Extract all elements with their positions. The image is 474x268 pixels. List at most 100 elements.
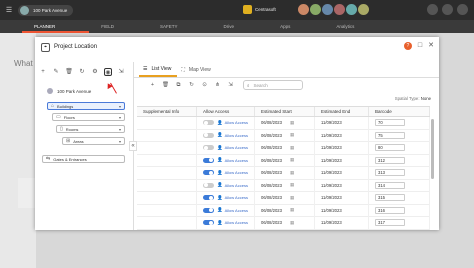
chevron-down-icon[interactable]: ▾ — [119, 104, 121, 109]
avatar[interactable] — [346, 4, 357, 15]
estimated-start-cell[interactable]: 06/08/2023 ▦ — [255, 154, 315, 167]
access-toggle[interactable] — [203, 220, 214, 226]
supplemental-info-cell[interactable] — [137, 179, 197, 192]
allow-access-link[interactable]: Allow Access — [225, 220, 248, 225]
allow-access-link[interactable]: Allow Access — [225, 145, 248, 150]
supplemental-info-cell[interactable] — [137, 166, 197, 179]
barcode-field[interactable]: 316 — [375, 206, 405, 214]
table-row[interactable]: 👤 Allow Access 06/08/2023 ▦ 11/09/2023 75 — [137, 129, 430, 142]
tree-node-rooms[interactable]: ▯ Rooms ▾ — [56, 125, 125, 133]
barcode-field[interactable]: 70 — [375, 119, 405, 127]
supplemental-info-cell[interactable] — [137, 216, 197, 229]
collapse-panel-button[interactable]: « — [129, 141, 137, 151]
add-icon[interactable]: + — [149, 82, 156, 89]
estimated-end-cell[interactable]: 11/09/2023 — [315, 216, 369, 229]
access-toggle[interactable] — [203, 157, 214, 163]
calendar-icon[interactable]: ▦ — [290, 157, 294, 163]
table-row[interactable]: 👤 Allow Access 06/08/2023 ▦ 11/09/2023 314 — [137, 179, 430, 192]
supplemental-info-cell[interactable] — [137, 116, 197, 129]
notification-icon[interactable] — [427, 4, 438, 15]
estimated-end-cell[interactable]: 11/09/2023 — [315, 141, 369, 154]
nav-field[interactable]: FIELD — [89, 20, 148, 33]
access-toggle[interactable] — [203, 182, 214, 188]
nav-safety[interactable]: SAFETY — [148, 20, 212, 33]
project-breadcrumb[interactable]: 100 Park Avenue — [18, 4, 74, 16]
calendar-icon[interactable]: ▦ — [290, 195, 294, 201]
table-row[interactable]: 👤 Allow Access 06/08/2023 ▦ 11/09/2023 315 — [137, 191, 430, 205]
table-row[interactable]: 👤 Allow Access 06/08/2023 ▦ 11/09/2023 313 — [137, 166, 430, 180]
calendar-icon[interactable]: ▦ — [290, 145, 294, 151]
tab-map-view[interactable]: ⛶ Map View — [177, 64, 216, 77]
supplemental-info-cell[interactable] — [137, 154, 197, 167]
column-header[interactable]: Estimated End — [315, 107, 369, 116]
export-icon[interactable]: ⇲ — [117, 68, 125, 76]
menu-icon[interactable]: ☰ — [4, 6, 14, 14]
calendar-icon[interactable]: ▦ — [290, 207, 294, 213]
calendar-icon[interactable]: ▦ — [290, 120, 294, 126]
copy-icon[interactable]: ⧉ — [175, 82, 182, 89]
estimated-end-cell[interactable]: 11/09/2023 — [315, 116, 369, 129]
user-menu-icon[interactable] — [457, 4, 468, 15]
tree-node-gates[interactable]: ⇆ Gates & Entrances — [42, 155, 125, 163]
allow-access-link[interactable]: Allow Access — [225, 183, 248, 188]
access-toggle[interactable] — [203, 195, 214, 201]
avatar[interactable] — [334, 4, 345, 15]
calendar-icon[interactable]: ▦ — [290, 182, 294, 188]
table-row[interactable]: 👤 Allow Access 06/08/2023 ▦ 11/09/2023 317 — [137, 216, 430, 230]
add-icon[interactable]: + — [39, 68, 47, 76]
column-header[interactable]: Estimated Start — [255, 107, 315, 116]
access-toggle[interactable] — [203, 120, 214, 126]
avatar[interactable] — [298, 4, 309, 15]
calendar-icon[interactable]: ▦ — [290, 170, 294, 176]
barcode-field[interactable]: 317 — [375, 219, 405, 227]
barcode-field[interactable]: 314 — [375, 181, 405, 189]
estimated-end-cell[interactable]: 11/09/2023 — [315, 129, 369, 142]
estimated-start-cell[interactable]: 06/08/2023 ▦ — [255, 204, 315, 217]
nav-drive[interactable]: Drive — [212, 20, 269, 33]
nav-apps[interactable]: Apps — [268, 20, 324, 33]
search-input[interactable]: ⌕ Search — [243, 80, 303, 90]
settings-icon[interactable]: ⚙ — [91, 68, 99, 76]
edit-icon[interactable]: ✎ — [52, 68, 60, 76]
calendar-icon[interactable]: ▦ — [290, 132, 294, 138]
supplemental-info-cell[interactable] — [137, 191, 197, 204]
help-icon[interactable]: ? — [403, 42, 412, 50]
table-row[interactable]: 👤 Allow Access 06/08/2023 ▦ 11/09/2023 316 — [137, 204, 430, 217]
estimated-start-cell[interactable]: 06/08/2023 ▦ — [255, 116, 315, 129]
refresh-icon[interactable]: ↻ — [78, 68, 86, 76]
estimated-end-cell[interactable]: 11/09/2023 — [315, 191, 369, 204]
column-header[interactable]: Allow Access — [197, 107, 255, 116]
supplemental-info-cell[interactable] — [137, 129, 197, 142]
export-icon[interactable]: ⇲ — [227, 82, 234, 89]
estimated-start-cell[interactable]: 06/08/2023 ▦ — [255, 141, 315, 154]
target-icon[interactable]: ◉ — [104, 68, 112, 76]
supplemental-info-cell[interactable] — [137, 141, 197, 154]
chevron-down-icon[interactable]: ▾ — [119, 127, 121, 132]
table-row[interactable]: 👤 Allow Access 06/08/2023 ▦ 11/09/2023 312 — [137, 154, 430, 167]
barcode-field[interactable]: 313 — [375, 169, 405, 177]
estimated-start-cell[interactable]: 06/08/2023 ▦ — [255, 129, 315, 142]
column-header[interactable]: Supplemental Info — [137, 107, 197, 116]
estimated-start-cell[interactable]: 06/08/2023 ▦ — [255, 216, 315, 229]
barcode-field[interactable]: 80 — [375, 144, 405, 152]
allow-access-link[interactable]: Allow Access — [225, 133, 248, 138]
chevron-down-icon[interactable]: ▾ — [119, 115, 121, 120]
org-switcher[interactable]: Centrasoft — [243, 5, 276, 14]
tab-list-view[interactable]: ☰ List View — [139, 64, 178, 77]
pin-icon[interactable]: ⊙ — [201, 82, 208, 89]
access-toggle[interactable] — [203, 132, 214, 138]
avatar[interactable] — [310, 4, 321, 15]
maximize-icon[interactable]: □ — [418, 42, 422, 50]
avatar[interactable] — [322, 4, 333, 15]
allow-access-link[interactable]: Allow Access — [225, 208, 248, 213]
hierarchy-icon[interactable]: ⋔ — [214, 82, 221, 89]
close-icon[interactable]: ✕ — [428, 42, 434, 50]
delete-icon[interactable]: 🗑 — [162, 82, 169, 89]
estimated-end-cell[interactable]: 11/09/2023 — [315, 204, 369, 217]
help-icon[interactable] — [442, 4, 453, 15]
refresh-icon[interactable]: ↻ — [188, 82, 195, 89]
allow-access-link[interactable]: Allow Access — [225, 120, 248, 125]
estimated-start-cell[interactable]: 06/08/2023 ▦ — [255, 191, 315, 204]
allow-access-link[interactable]: Allow Access — [225, 158, 248, 163]
estimated-start-cell[interactable]: 06/08/2023 ▦ — [255, 179, 315, 192]
